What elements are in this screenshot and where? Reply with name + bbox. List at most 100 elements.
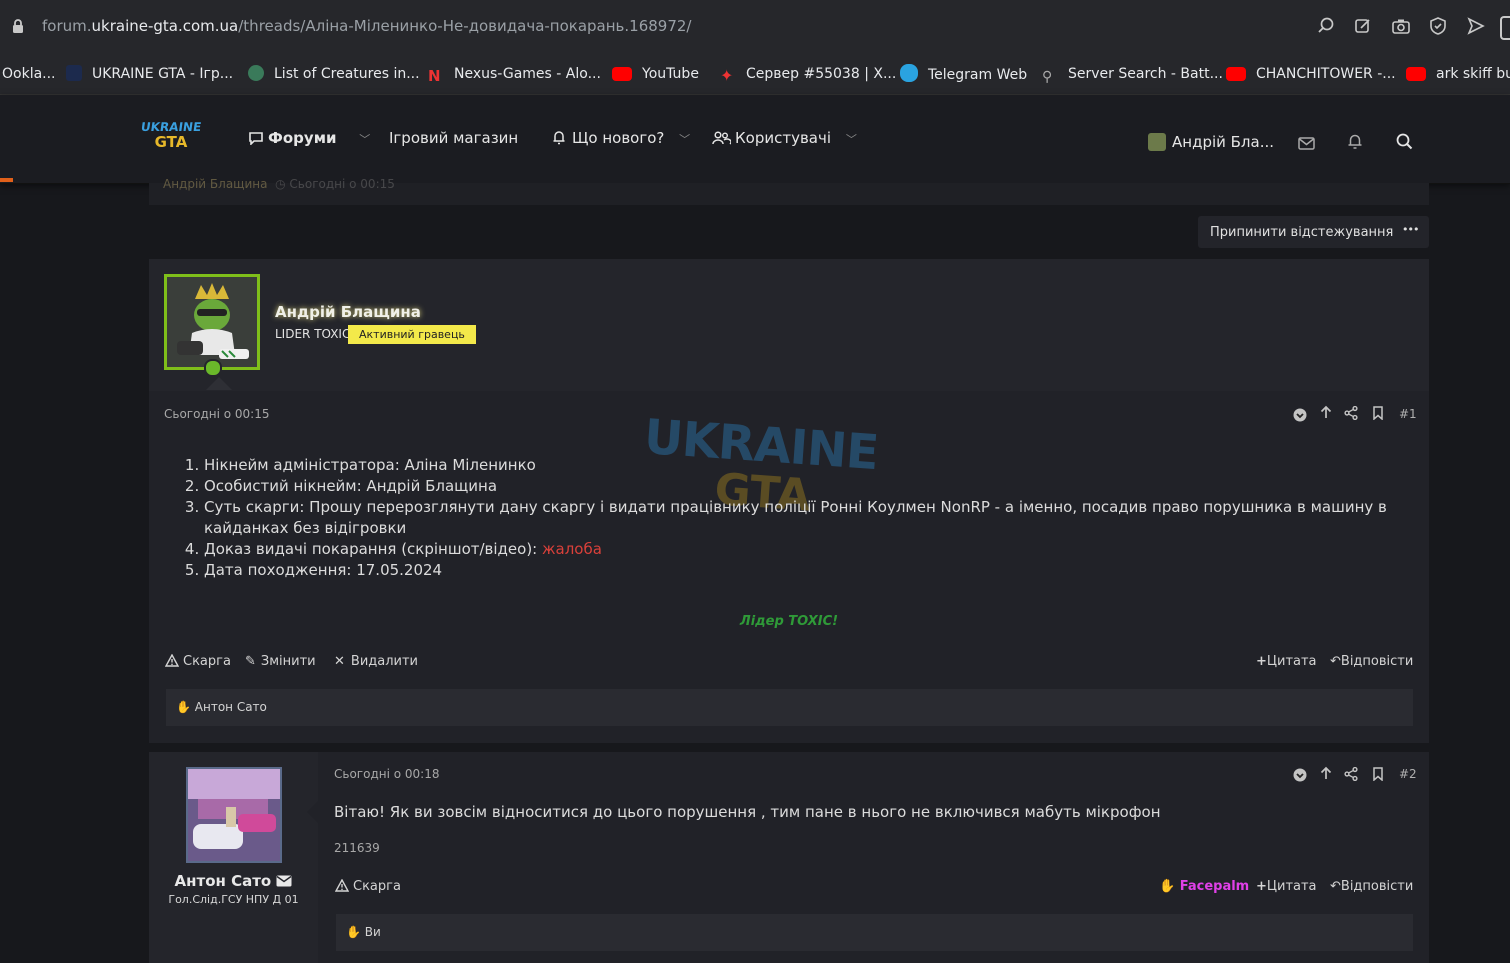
bookmark-server-55038[interactable]: ✦ Сервер #55038 | X...	[720, 64, 896, 84]
nav-forums[interactable]: Форуми ﹀	[248, 129, 370, 147]
magnifier-favicon-icon: ⚲	[1042, 69, 1053, 85]
list-item: Дата походження: 17.05.2024	[204, 560, 1454, 581]
report-button[interactable]: Скарга	[334, 878, 401, 894]
share-icon[interactable]	[1344, 766, 1358, 785]
post-1-body: Нікнейм адміністратора: Аліна Міленинко …	[163, 455, 1454, 581]
thread-author-ghost: Андрій Блащина ◷ Сьогодні о 00:15	[163, 177, 395, 191]
user-title: Гол.Слід.ГСУ НПУ Д 01	[168, 893, 299, 906]
nav-whats-new[interactable]: Що нового? ﹀	[552, 129, 690, 147]
bookmark-ookla[interactable]: Ookla...	[2, 64, 56, 84]
post-1-author-name[interactable]: Андрій Блащина	[275, 303, 421, 321]
youtube-favicon-icon	[1226, 67, 1246, 81]
bookmark-chanchitower[interactable]: CHANCHITOWER -...	[1226, 64, 1396, 84]
check-circle-icon[interactable]	[1293, 407, 1307, 426]
post-2-number[interactable]: #2	[1399, 767, 1417, 781]
shield-icon[interactable]	[1428, 16, 1448, 36]
list-item: Нікнейм адміністратора: Аліна Міленинко	[204, 455, 1454, 476]
bell-icon[interactable]	[1347, 133, 1363, 154]
list-item: Особистий нікнейм: Андрій Блащина	[204, 476, 1454, 497]
post-1: Андрій Блащина LIDER TOXIC Активний грав…	[149, 259, 1429, 743]
reply-button[interactable]: ↶Відповісти	[1330, 879, 1413, 894]
post-1-author-header	[149, 259, 1429, 391]
youtube-favicon-icon	[1406, 67, 1426, 81]
facepalm-reaction-icon: ✋	[176, 700, 191, 714]
account-menu[interactable]: Андрій Бла...	[1148, 133, 1274, 151]
avatar[interactable]	[164, 274, 260, 370]
more-options-button[interactable]: •••	[1402, 223, 1419, 236]
post-1-time[interactable]: Сьогодні о 00:15	[164, 407, 269, 421]
post-2-message: Вітаю! Як ви зовсім відноситися до цього…	[334, 803, 1161, 821]
chevron-down-icon[interactable]: ﹀	[846, 133, 857, 146]
warning-icon	[334, 878, 350, 892]
bookmark-telegram[interactable]: Telegram Web	[900, 64, 1027, 84]
envelope-icon[interactable]	[276, 875, 292, 887]
user-title: LIDER TOXIC	[275, 327, 351, 341]
chevron-down-icon[interactable]: ﹀	[679, 133, 690, 146]
arrow-up-icon[interactable]	[1319, 405, 1333, 423]
delete-button[interactable]: ✕ Видалити	[334, 654, 418, 669]
post-1-number[interactable]: #1	[1399, 407, 1417, 421]
warning-icon	[164, 653, 180, 667]
quote-button[interactable]: +Цитата	[1256, 654, 1317, 669]
bookmark-server-search[interactable]: ⚲ Server Search - Batt...	[1042, 64, 1223, 85]
reactions-bar[interactable]: ✋ Ви	[336, 914, 1413, 951]
list-item: Доказ видачі покарання (скріншот/відео):…	[204, 539, 1454, 560]
site-header: UKRAINE GTA Форуми ﹀ Ігровий магазин Що …	[0, 95, 1510, 184]
ukraine-gta-favicon-icon	[66, 65, 82, 81]
nav-users[interactable]: Користувачі ﹀	[711, 129, 857, 147]
sidebar-toggle-icon[interactable]	[1500, 16, 1510, 40]
envelope-icon[interactable]	[1298, 135, 1315, 154]
send-icon[interactable]	[1466, 16, 1486, 36]
report-button[interactable]: Скарга	[164, 653, 231, 669]
bookmark-nexus-games[interactable]: N Nexus-Games - Alo...	[428, 64, 601, 84]
reply-icon: ↶	[1330, 879, 1341, 894]
online-status-icon	[204, 359, 222, 377]
avatar-image-icon	[188, 769, 280, 861]
page-load-progress	[0, 178, 13, 182]
nav-store[interactable]: Ігровий магазин	[389, 129, 518, 147]
bookmark-youtube[interactable]: YouTube	[612, 64, 699, 84]
plus-icon: +	[1256, 879, 1267, 894]
reply-icon: ↶	[1330, 654, 1341, 669]
edit-icon[interactable]	[1353, 16, 1373, 36]
telegram-favicon-icon	[900, 64, 918, 82]
reaction-list[interactable]: ✋ Антон Сато	[176, 700, 267, 714]
bookmark-ark-skiff[interactable]: ark skiff bu	[1406, 64, 1510, 84]
reply-button[interactable]: ↶Відповісти	[1330, 654, 1413, 669]
facepalm-reaction-button[interactable]: ✋ Facepalm	[1159, 879, 1249, 894]
list-item: Суть скарги: Прошу перерозглянути дану с…	[204, 497, 1454, 539]
post-1-signature: Лідер TOXIC!	[739, 614, 839, 629]
reactions-bar[interactable]: ✋ Антон Сато	[166, 689, 1413, 726]
post-2: Антон Сато Гол.Слід.ГСУ НПУ Д 01 Сьогодн…	[149, 752, 1429, 963]
bookmark-ukraine-gta[interactable]: UKRAINE GTA - Ігр...	[66, 64, 233, 84]
edit-button[interactable]: ✎ Змінити	[245, 654, 316, 669]
check-circle-icon[interactable]	[1293, 767, 1307, 786]
user-banner: Активний гравець	[348, 325, 476, 344]
chat-icon	[249, 132, 263, 146]
bookmark-icon[interactable]	[1372, 766, 1384, 785]
quote-button[interactable]: +Цитата	[1256, 879, 1317, 894]
arrow-up-icon[interactable]	[1319, 765, 1333, 784]
facepalm-reaction-icon: ✋	[1159, 879, 1176, 894]
close-icon: ✕	[334, 654, 345, 669]
post-2-time[interactable]: Сьогодні о 00:18	[334, 767, 439, 781]
unwatch-button[interactable]: Припинити відстежування	[1210, 225, 1393, 240]
camera-icon[interactable]	[1391, 16, 1411, 36]
address-bar[interactable]: forum.ukraine-gta.com.ua/threads/Аліна-М…	[42, 17, 691, 35]
thread-controls: Припинити відстежування •••	[1198, 216, 1429, 248]
chevron-down-icon[interactable]: ﹀	[359, 133, 370, 146]
youtube-favicon-icon	[612, 67, 632, 81]
bookmarks-bar: Ookla... UKRAINE GTA - Ігр... List of Cr…	[0, 53, 1510, 95]
site-logo[interactable]: UKRAINE GTA	[140, 120, 202, 159]
search-icon[interactable]	[1316, 16, 1336, 36]
bookmark-icon[interactable]	[1372, 406, 1384, 424]
bookmark-creatures[interactable]: List of Creatures in...	[248, 64, 420, 84]
post-2-author-name[interactable]: Антон Сато	[149, 872, 318, 890]
browser-toolbar: forum.ukraine-gta.com.ua/threads/Аліна-М…	[0, 0, 1510, 53]
share-icon[interactable]	[1344, 405, 1358, 424]
search-icon[interactable]	[1396, 133, 1413, 154]
avatar[interactable]	[186, 767, 282, 863]
bell-icon	[553, 131, 565, 145]
reaction-list[interactable]: ✋ Ви	[346, 925, 381, 939]
complaint-link[interactable]: жалоба	[542, 540, 602, 558]
